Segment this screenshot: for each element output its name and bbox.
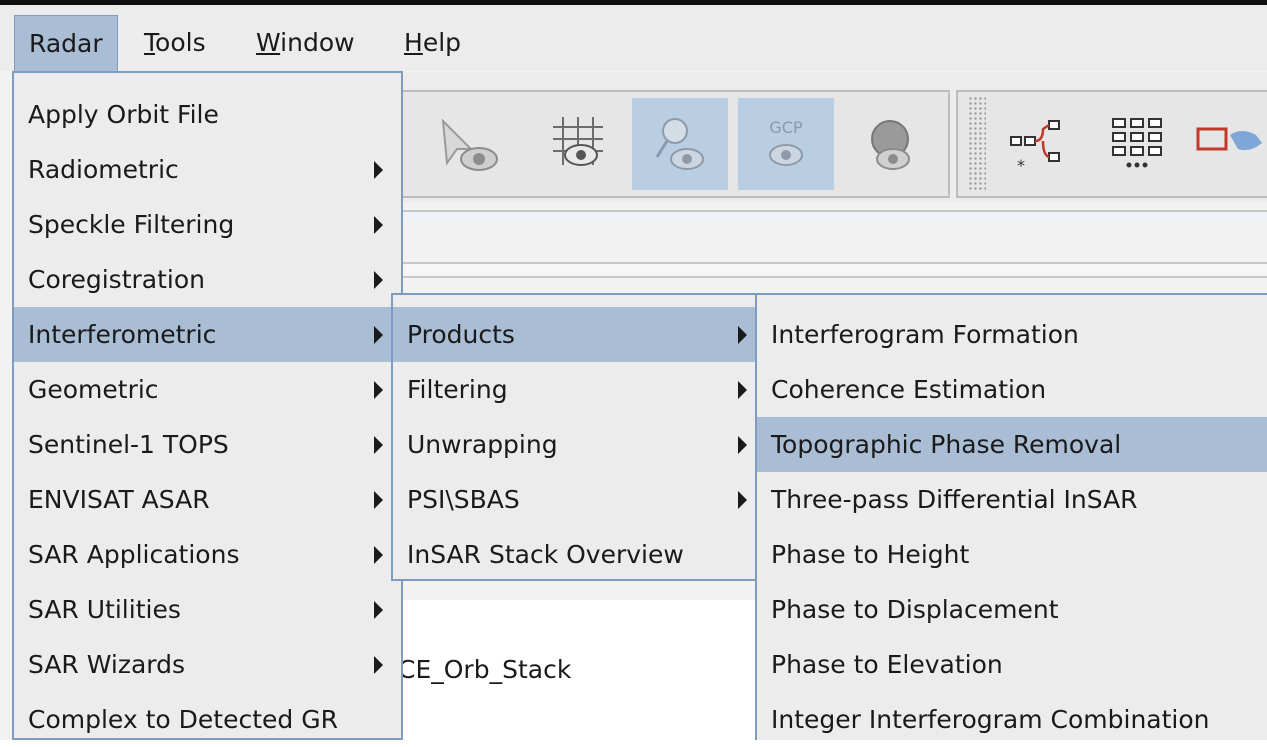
grid-eye-tool-icon[interactable]	[530, 98, 626, 190]
graph-builder-icon[interactable]: *	[990, 98, 1086, 190]
interferometric-submenu: Products Filtering Unwrapping PSI\SBAS I…	[391, 293, 757, 581]
menu-item-sar-wizards[interactable]: SAR Wizards	[14, 637, 401, 692]
products-submenu: Interferogram Formation Coherence Estima…	[755, 293, 1267, 740]
menu-radar-label: Radar	[29, 29, 103, 58]
submenu-arrow-icon	[374, 160, 383, 179]
menu-tools[interactable]: Tools	[130, 15, 220, 71]
menu-item-label: Speckle Filtering	[28, 210, 235, 239]
menu-item-geometric[interactable]: Geometric	[14, 362, 401, 417]
eye-arrow-tool-icon[interactable]	[420, 98, 516, 190]
batch-processing-icon[interactable]	[1090, 98, 1186, 190]
product-item-label: Three-pass Differential InSAR	[771, 485, 1138, 514]
menu-item-coregistration[interactable]: Coregistration	[14, 252, 401, 307]
menu-item-label: SAR Utilities	[28, 595, 181, 624]
product-item-phase-to-elevation[interactable]: Phase to Elevation	[757, 637, 1267, 692]
submenu-item-label: Unwrapping	[407, 430, 558, 459]
product-item-label: Phase to Elevation	[771, 650, 1003, 679]
submenu-arrow-icon	[374, 325, 383, 344]
product-item-label: Integer Interferogram Combination	[771, 705, 1210, 734]
product-item-three-pass-differential-insar[interactable]: Three-pass Differential InSAR	[757, 472, 1267, 527]
menu-window-mnemonic: W	[256, 28, 281, 57]
gcp-tool-icon[interactable]: GCP	[738, 98, 834, 190]
submenu-item-label: InSAR Stack Overview	[407, 540, 684, 569]
toolbar-grip[interactable]	[968, 96, 986, 190]
submenu-item-insar-stack-overview[interactable]: InSAR Stack Overview	[393, 527, 755, 582]
submenu-arrow-icon	[738, 325, 747, 344]
submenu-arrow-icon	[738, 435, 747, 454]
product-item-phase-to-height[interactable]: Phase to Height	[757, 527, 1267, 582]
product-item-label: Phase to Displacement	[771, 595, 1059, 624]
menu-item-sentinel1-tops[interactable]: Sentinel-1 TOPS	[14, 417, 401, 472]
menu-help-label: elp	[422, 28, 462, 57]
submenu-item-filtering[interactable]: Filtering	[393, 362, 755, 417]
submenu-item-label: PSI\SBAS	[407, 485, 520, 514]
menu-item-label: ENVISAT ASAR	[28, 485, 210, 514]
menu-window-label: indow	[280, 28, 355, 57]
menu-item-label: SAR Applications	[28, 540, 240, 569]
submenu-arrow-icon	[738, 380, 747, 399]
submenu-arrow-icon	[374, 655, 383, 674]
product-item-interferogram-formation[interactable]: Interferogram Formation	[757, 307, 1267, 362]
product-item-label: Interferogram Formation	[771, 320, 1079, 349]
submenu-arrow-icon	[738, 490, 747, 509]
menu-window[interactable]: Window	[242, 15, 369, 71]
submenu-item-label: Products	[407, 320, 515, 349]
submenu-arrow-icon	[374, 545, 383, 564]
product-item-phase-to-displacement[interactable]: Phase to Displacement	[757, 582, 1267, 637]
menu-item-complex-to-detected-gr[interactable]: Complex to Detected GR	[14, 692, 401, 747]
menu-tools-label: ools	[155, 28, 206, 57]
submenu-arrow-icon	[374, 215, 383, 234]
submenu-arrow-icon	[374, 270, 383, 289]
submenu-item-products[interactable]: Products	[393, 307, 755, 362]
submenu-item-psi-sbas[interactable]: PSI\SBAS	[393, 472, 755, 527]
product-item-label: Topographic Phase Removal	[771, 430, 1122, 459]
product-item-label: Phase to Height	[771, 540, 970, 569]
radar-menu: Apply Orbit File Radiometric Speckle Fil…	[12, 71, 403, 740]
world-map-icon[interactable]	[1190, 98, 1267, 190]
menu-bar: Radar Tools Window Help	[0, 5, 1267, 72]
gcp-tool-text: GCP	[769, 118, 803, 137]
submenu-arrow-icon	[374, 600, 383, 619]
menu-item-label: Geometric	[28, 375, 159, 404]
menu-help-mnemonic: H	[404, 28, 423, 57]
menu-item-envisat-asar[interactable]: ENVISAT ASAR	[14, 472, 401, 527]
menu-item-label: Interferometric	[28, 320, 217, 349]
menu-item-label: SAR Wizards	[28, 650, 186, 679]
product-item-label: Coherence Estimation	[771, 375, 1047, 404]
product-item-topographic-phase-removal[interactable]: Topographic Phase Removal	[757, 417, 1267, 472]
tab-strip	[400, 262, 1267, 278]
product-item-integer-interferogram-combination[interactable]: Integer Interferogram Combination	[757, 692, 1267, 747]
menu-help[interactable]: Help	[390, 15, 475, 71]
submenu-arrow-icon	[374, 435, 383, 454]
pin-eye-tool-icon[interactable]	[632, 98, 728, 190]
submenu-arrow-icon	[374, 490, 383, 509]
menu-item-speckle-filtering[interactable]: Speckle Filtering	[14, 197, 401, 252]
menu-item-label: Sentinel-1 TOPS	[28, 430, 229, 459]
globe-eye-tool-icon[interactable]	[842, 98, 938, 190]
menu-item-sar-utilities[interactable]: SAR Utilities	[14, 582, 401, 637]
menu-item-radiometric[interactable]: Radiometric	[14, 142, 401, 197]
menu-item-interferometric[interactable]: Interferometric	[14, 307, 401, 362]
menu-item-label: Complex to Detected GR	[28, 705, 338, 734]
menu-item-label: Apply Orbit File	[28, 100, 219, 129]
submenu-item-label: Filtering	[407, 375, 508, 404]
submenu-item-unwrapping[interactable]: Unwrapping	[393, 417, 755, 472]
menu-item-apply-orbit-file[interactable]: Apply Orbit File	[14, 87, 401, 142]
menu-tools-mnemonic: T	[144, 28, 156, 57]
product-item-coherence-estimation[interactable]: Coherence Estimation	[757, 362, 1267, 417]
svg-text:*: *	[1017, 156, 1025, 175]
menu-item-label: Radiometric	[28, 155, 179, 184]
menu-radar[interactable]: Radar	[14, 15, 118, 71]
separator-strip	[400, 210, 1267, 220]
menu-item-label: Coregistration	[28, 265, 205, 294]
submenu-arrow-icon	[374, 380, 383, 399]
menu-item-sar-applications[interactable]: SAR Applications	[14, 527, 401, 582]
graph-node-label: CE_Orb_Stack	[398, 655, 572, 684]
